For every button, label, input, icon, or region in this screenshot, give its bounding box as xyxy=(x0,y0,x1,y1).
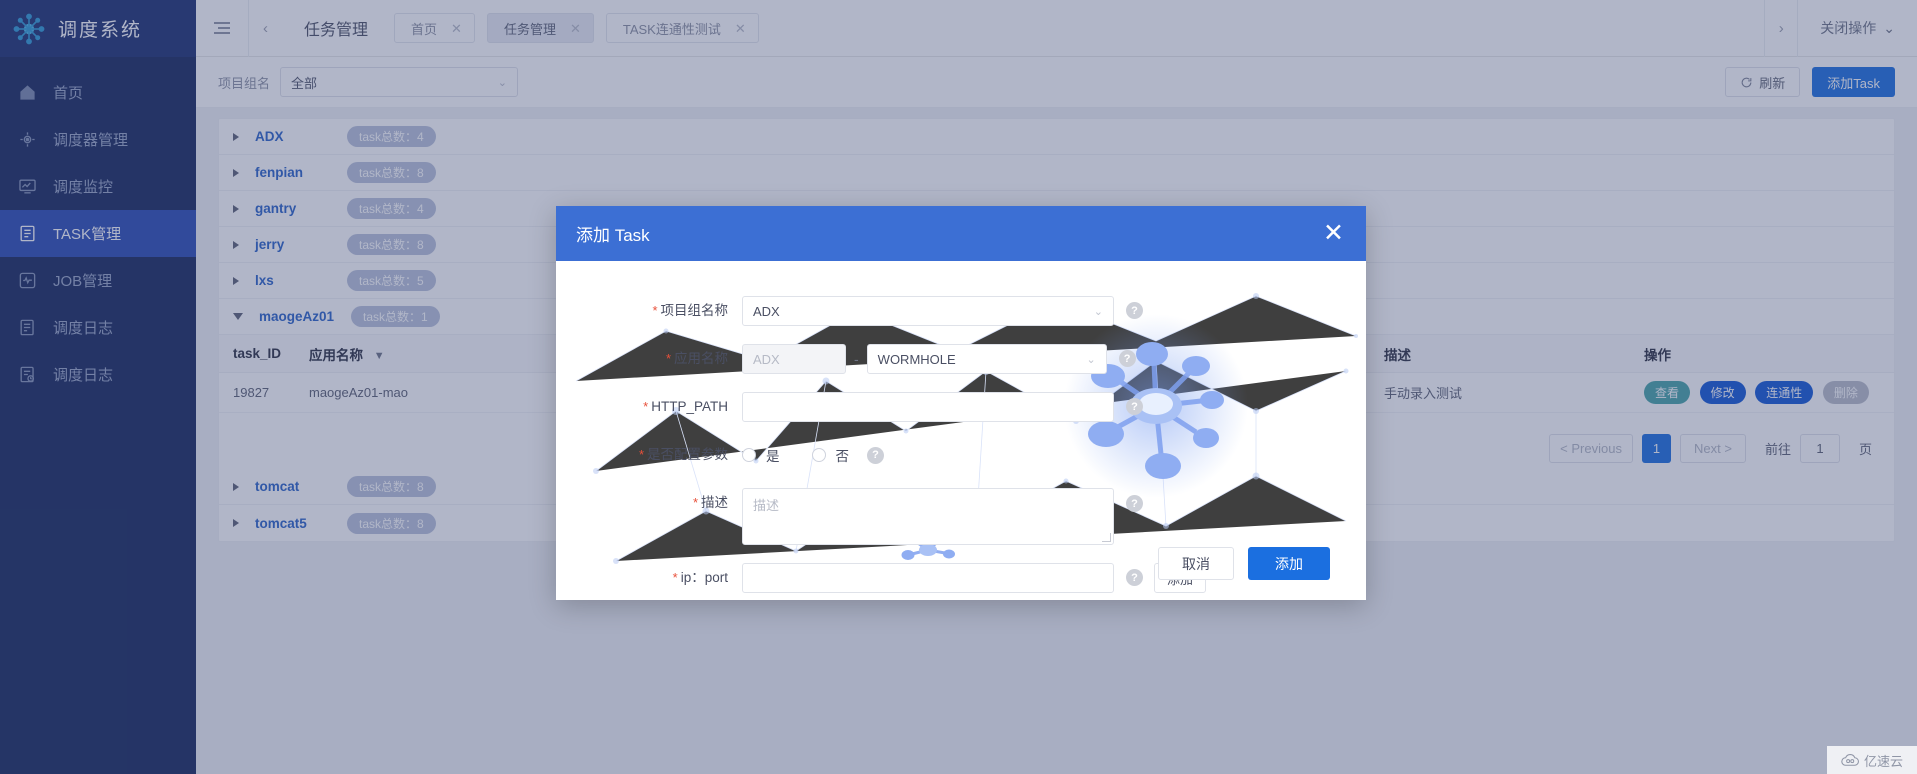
help-icon[interactable]: ? xyxy=(1118,350,1136,367)
field-label-text: 应用名称 xyxy=(674,351,728,366)
field-http-path: * HTTP_PATH ? xyxy=(556,392,1366,422)
required-marker: * xyxy=(672,570,678,585)
project-group-name-value: ADX xyxy=(753,303,780,319)
help-icon[interactable]: ? xyxy=(1126,398,1143,415)
ip-port-input[interactable] xyxy=(742,563,1114,593)
app-name-separator: - xyxy=(854,351,859,367)
radio-no-label: 否 xyxy=(835,449,850,464)
field-control: ADX - WORMHOLE ⌄ xyxy=(742,344,1107,374)
required-marker: * xyxy=(638,447,644,462)
field-control xyxy=(742,392,1114,422)
help-icon[interactable]: ? xyxy=(1126,495,1143,512)
close-icon[interactable]: ✕ xyxy=(1323,221,1344,246)
field-config-params: * 是否配置参数 是 否 ? xyxy=(556,440,1366,470)
watermark: 亿速云 xyxy=(1826,746,1917,774)
field-label: * 是否配置参数 xyxy=(556,440,742,470)
field-label: * 应用名称 xyxy=(556,344,742,374)
field-label-text: ip：port xyxy=(680,570,728,585)
field-label-text: 描述 xyxy=(701,495,728,510)
modal-header: 添加 Task ✕ xyxy=(556,206,1366,261)
app-name-value: WORMHOLE xyxy=(877,351,956,367)
modal-body: * 项目组名称 ADX ⌄ ? * 应用名称 ADX - WORMHOLE ⌄ … xyxy=(556,261,1366,600)
required-marker: * xyxy=(643,399,649,414)
help-icon[interactable]: ? xyxy=(1126,302,1143,319)
modal-footer: 取消 添加 xyxy=(1158,547,1330,580)
chevron-down-icon: ⌄ xyxy=(1086,353,1096,366)
field-control xyxy=(742,563,1114,593)
field-label-text: 项目组名称 xyxy=(660,303,729,318)
radio-yes[interactable] xyxy=(742,448,756,462)
modal-title: 添加 Task xyxy=(576,226,650,245)
app-name-prefix-input: ADX xyxy=(742,344,846,374)
app-name-select[interactable]: WORMHOLE ⌄ xyxy=(866,344,1107,374)
field-control: ADX ⌄ xyxy=(742,296,1114,326)
field-app-name: * 应用名称 ADX - WORMHOLE ⌄ ? xyxy=(556,344,1366,374)
confirm-add-button[interactable]: 添加 xyxy=(1248,547,1330,580)
add-task-form: * 项目组名称 ADX ⌄ ? * 应用名称 ADX - WORMHOLE ⌄ … xyxy=(556,261,1366,593)
field-label-text: 是否配置参数 xyxy=(647,447,728,462)
field-project-group: * 项目组名称 ADX ⌄ ? xyxy=(556,296,1366,326)
field-control: 描述 xyxy=(742,488,1114,545)
field-label: * ip：port xyxy=(556,563,742,593)
description-textarea[interactable]: 描述 xyxy=(742,488,1114,545)
required-marker: * xyxy=(652,303,658,318)
field-description: * 描述 描述 ? xyxy=(556,488,1366,545)
radio-no[interactable] xyxy=(811,448,826,462)
add-task-modal: 添加 Task ✕ * 项目组名称 ADX ⌄ ? * 应用名称 ADX - W… xyxy=(556,206,1366,600)
field-label: * HTTP_PATH xyxy=(556,392,742,422)
description-placeholder: 描述 xyxy=(753,498,780,513)
field-label: * 项目组名称 xyxy=(556,296,742,326)
http-path-input[interactable] xyxy=(742,392,1114,422)
app-root: 调度系统 首页 调度器管理 调度监控 TASK管理 JOB管理 调度日志 调度日… xyxy=(0,0,1917,774)
required-marker: * xyxy=(665,351,671,366)
field-label: * 描述 xyxy=(556,488,742,518)
chevron-down-icon: ⌄ xyxy=(1093,305,1103,318)
field-label-text: HTTP_PATH xyxy=(651,399,728,414)
required-marker: * xyxy=(692,495,698,510)
field-control: 是 否 ? xyxy=(742,440,884,470)
help-icon[interactable]: ? xyxy=(867,446,884,464)
cloud-icon xyxy=(1841,754,1859,766)
help-icon[interactable]: ? xyxy=(1126,569,1143,586)
watermark-label: 亿速云 xyxy=(1863,753,1903,769)
cancel-button[interactable]: 取消 xyxy=(1158,547,1234,580)
radio-yes-label: 是 xyxy=(766,449,780,464)
project-group-name-select[interactable]: ADX ⌄ xyxy=(742,296,1114,326)
resize-grip-icon[interactable] xyxy=(1102,533,1111,542)
